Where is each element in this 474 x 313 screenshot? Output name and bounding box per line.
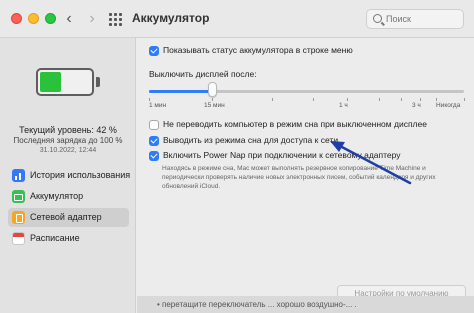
- battery-terminal: [96, 77, 100, 87]
- back-chevron-icon[interactable]: ‹: [60, 9, 78, 29]
- slider-tick-label: 1 ч: [339, 102, 348, 109]
- prevent-sleep-label: Не переводить компьютер в режим сна при …: [163, 119, 427, 129]
- slider-tick: [436, 98, 437, 101]
- sidebar-item-label: Сетевой адаптер: [30, 212, 102, 222]
- battery-level-text: Текущий уровень: 42 %: [19, 125, 117, 135]
- sidebar-item-power-adapter[interactable]: Сетевой адаптер: [8, 208, 129, 227]
- slider-tick-label: 1 мин: [149, 102, 167, 109]
- slider-tick: [379, 98, 380, 101]
- slider-tick-label: 15 мин: [204, 102, 225, 109]
- sidebar-item-battery[interactable]: Аккумулятор: [8, 187, 129, 206]
- display-off-slider-fill: [149, 90, 212, 93]
- slider-tick: [420, 98, 421, 101]
- prevent-sleep-option[interactable]: Не переводить компьютер в режим сна при …: [149, 119, 469, 132]
- sidebar: Текущий уровень: 42 % Последняя зарядка …: [0, 38, 136, 313]
- zoom-window-button[interactable]: [45, 13, 56, 24]
- last-charge-text: Последняя зарядка до 100 %: [13, 136, 123, 145]
- minimize-window-button[interactable]: [28, 13, 39, 24]
- battery-level-icon: [36, 68, 94, 96]
- battery-level-fill: [40, 72, 61, 92]
- show-all-grid-icon[interactable]: [109, 13, 122, 26]
- slider-tick: [347, 98, 348, 101]
- settings-panel: Показывать статус аккумулятора в строке …: [137, 38, 474, 313]
- power-nap-label: Включить Power Nap при подключении к сет…: [163, 150, 401, 160]
- prevent-sleep-checkbox[interactable]: [149, 120, 159, 130]
- search-icon: [373, 14, 382, 23]
- power-adapter-icon: [12, 211, 25, 224]
- last-charge-date: 31.10.2022, 12:44: [39, 147, 97, 154]
- search-input[interactable]: [386, 12, 460, 26]
- sidebar-list: История использования Аккумулятор Сетево…: [8, 166, 131, 250]
- sidebar-item-label: Аккумулятор: [30, 191, 84, 201]
- toolbar: ‹ › Аккумулятор: [0, 0, 474, 38]
- chart-icon: [12, 169, 25, 182]
- background-paper: • перетащите переключатель ... хорошо во…: [137, 296, 474, 313]
- wake-network-label: Выводить из режима сна для доступа к сет…: [163, 135, 339, 145]
- slider-tick: [401, 98, 402, 101]
- power-nap-option[interactable]: Включить Power Nap при подключении к сет…: [149, 150, 469, 163]
- slider-tick-label: 3 ч: [412, 102, 421, 109]
- calendar-icon: [12, 232, 25, 245]
- sidebar-item-label: История использования: [30, 170, 131, 180]
- sidebar-item-schedule[interactable]: Расписание: [8, 229, 129, 248]
- power-nap-checkbox[interactable]: [149, 151, 159, 161]
- window-title: Аккумулятор: [132, 11, 210, 25]
- slider-tick: [149, 98, 150, 101]
- close-window-button[interactable]: [11, 13, 22, 24]
- forward-chevron-icon[interactable]: ›: [83, 9, 101, 29]
- slider-tick: [313, 98, 314, 101]
- slider-tick: [464, 98, 465, 101]
- search-field[interactable]: [366, 9, 464, 29]
- show-status-label: Показывать статус аккумулятора в строке …: [163, 45, 353, 55]
- slider-tick-label: Никогда: [436, 102, 461, 109]
- wake-network-checkbox[interactable]: [149, 136, 159, 146]
- show-status-checkbox[interactable]: [149, 46, 159, 56]
- display-off-slider[interactable]: [149, 90, 464, 93]
- background-paper-text: • перетащите переключатель ... хорошо во…: [157, 300, 357, 309]
- sidebar-item-usage-history[interactable]: История использования: [8, 166, 131, 185]
- display-off-slider-thumb[interactable]: [208, 82, 217, 97]
- show-status-option[interactable]: Показывать статус аккумулятора в строке …: [149, 45, 459, 58]
- display-off-label: Выключить дисплей после:: [149, 69, 257, 79]
- power-nap-description: Находясь в режиме сна, Mac может выполня…: [162, 165, 436, 190]
- slider-tick: [212, 98, 213, 101]
- battery-icon: [12, 190, 25, 203]
- wake-network-option[interactable]: Выводить из режима сна для доступа к сет…: [149, 135, 469, 148]
- sidebar-item-label: Расписание: [30, 233, 80, 243]
- slider-tick: [272, 98, 273, 101]
- preferences-window: ‹ › Аккумулятор Текущий уровень: 42 % По…: [0, 0, 474, 313]
